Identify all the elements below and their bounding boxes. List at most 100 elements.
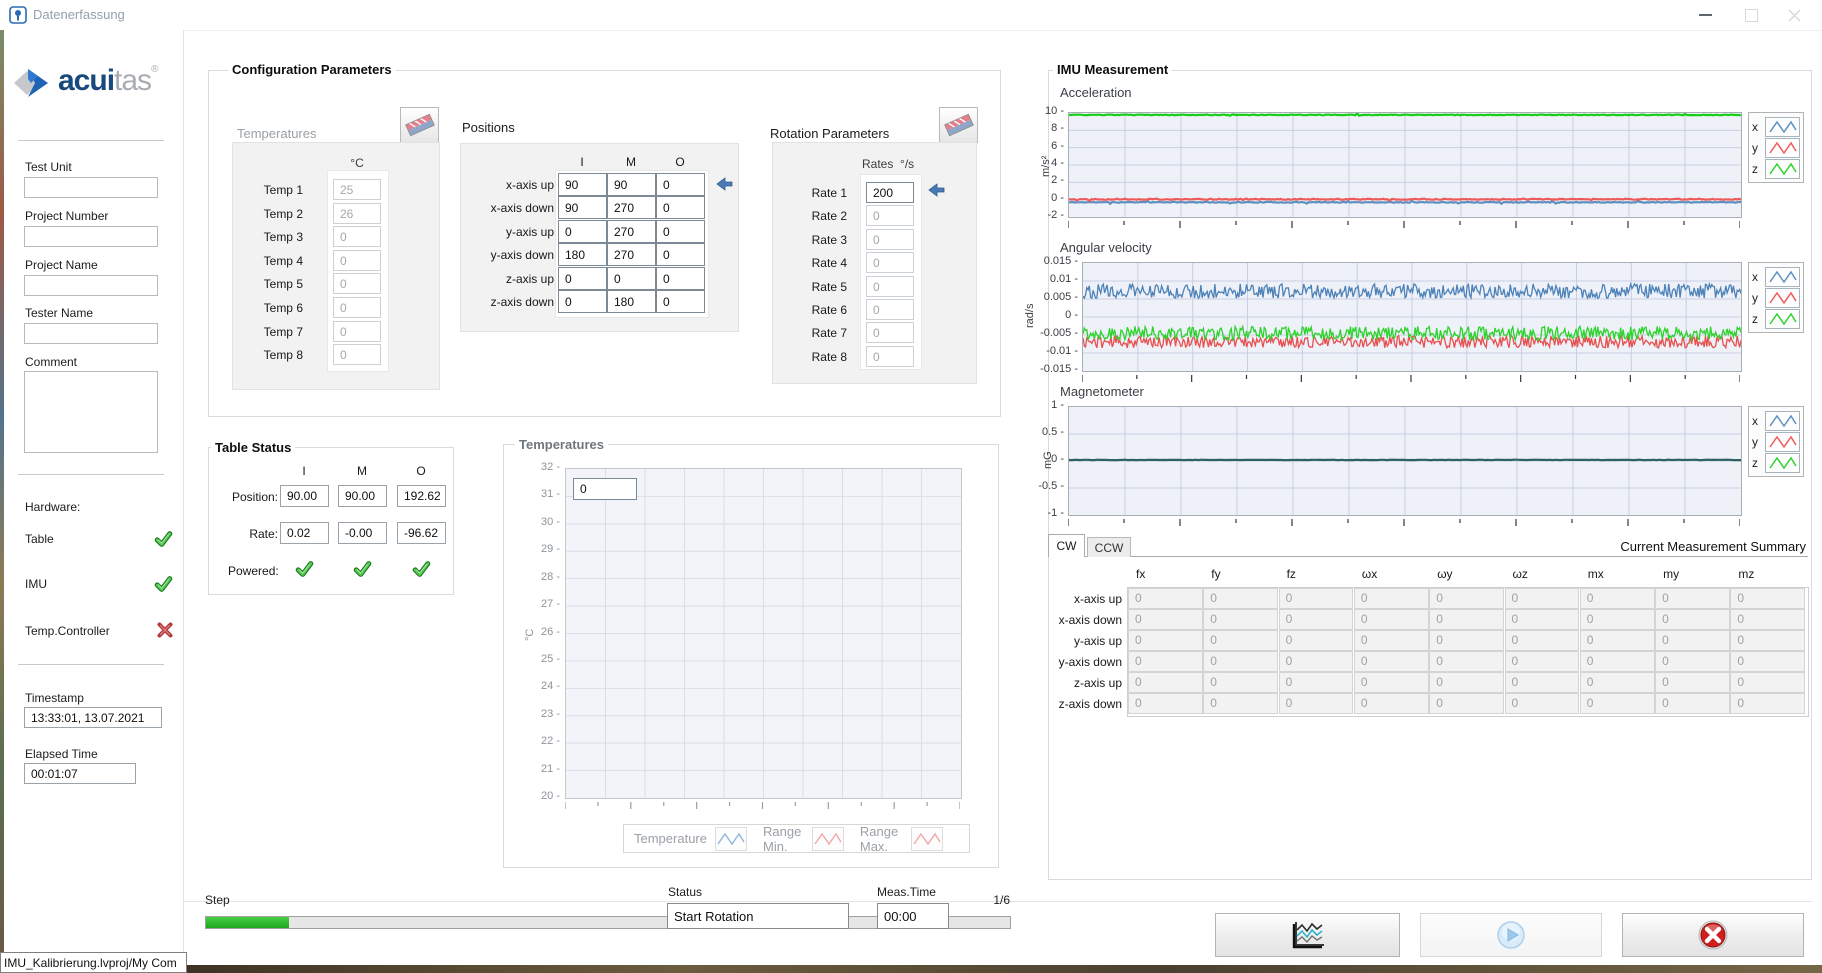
summary-cell-2-2: 0 (1279, 630, 1354, 651)
axis-letter: z (1752, 162, 1765, 176)
position-cell-4-1[interactable]: 0 (607, 267, 656, 290)
position-cell-2-1[interactable]: 270 (607, 220, 656, 243)
x-plot-legend-button[interactable] (1765, 411, 1800, 431)
z-plot-legend-button[interactable] (1765, 309, 1800, 329)
temp-legend-sample-button[interactable] (715, 827, 747, 851)
position-cell-5-1[interactable]: 180 (607, 290, 656, 313)
play-icon (1495, 919, 1527, 951)
y-tick-label: 22 - (541, 735, 560, 747)
test-unit-input[interactable] (24, 177, 158, 198)
rate-1-input[interactable]: 200 (866, 182, 914, 203)
table-status-col-header-i: I (280, 464, 328, 478)
position-cell-3-1[interactable]: 270 (607, 243, 656, 266)
x-plot-legend-button[interactable] (1765, 267, 1800, 287)
summary-cell-2-3: 0 (1354, 630, 1429, 651)
summary-col-header-4: ωy (1437, 567, 1452, 581)
positions-active-arrow-icon (716, 177, 734, 196)
rates-clear-button[interactable] (939, 107, 978, 143)
rate-8-input: 0 (866, 346, 914, 367)
y-plot-legend-button[interactable] (1765, 288, 1800, 308)
position-cell-1-1[interactable]: 270 (607, 196, 656, 219)
rate-4-input: 0 (866, 252, 914, 273)
summary-cell-3-1: 0 (1203, 651, 1278, 672)
z-plot-legend-button[interactable] (1765, 453, 1800, 473)
cross-fail-icon (157, 622, 173, 638)
maximize-button[interactable] (1729, 0, 1773, 30)
hardware-item-label: Temp.Controller (25, 624, 110, 638)
acuitas-logo-icon (12, 60, 56, 111)
tab-cw[interactable]: CW (1048, 534, 1085, 557)
x-plot-legend-button[interactable] (1765, 117, 1800, 137)
y-axis-legend-row: y (1752, 137, 1800, 158)
eraser-icon (405, 112, 435, 138)
position-cell-5-0[interactable]: 0 (558, 290, 607, 313)
y-tick-label: 32 - (541, 461, 560, 473)
position-cell-1-0[interactable]: 90 (558, 196, 607, 219)
table-status-rate-label: Rate: (214, 527, 278, 541)
temp-8-input: 0 (333, 344, 381, 365)
summary-cell-2-6: 0 (1580, 630, 1655, 651)
window-title: Datenerfassung (33, 7, 125, 22)
summary-cell-5-4: 0 (1429, 693, 1504, 714)
position-cell-1-2[interactable]: 0 (656, 196, 705, 219)
position-cell-0-2[interactable]: 0 (656, 173, 705, 196)
project-number-input[interactable] (24, 226, 158, 247)
temperatures-clear-button[interactable] (400, 107, 439, 143)
rate-readout-2: -96.62 (397, 522, 446, 544)
check-ok-icon (412, 560, 431, 578)
magnetometer-chart-title: Magnetometer (1060, 384, 1144, 399)
eraser-icon (944, 112, 974, 138)
position-cell-5-2[interactable]: 0 (656, 290, 705, 313)
check-ok-icon (154, 530, 173, 548)
position-cell-2-0[interactable]: 0 (558, 220, 607, 243)
rate-7-input: 0 (866, 322, 914, 343)
z-axis-legend-row: z (1752, 158, 1800, 179)
hardware-heading: Hardware: (25, 500, 80, 514)
project-name-input[interactable] (24, 275, 158, 296)
summary-cell-3-2: 0 (1279, 651, 1354, 672)
rate-row-label: Rate 8 (795, 350, 847, 364)
position-cell-0-1[interactable]: 90 (607, 173, 656, 196)
hardware-status-check-icon (154, 575, 173, 598)
temp-row-label: Temp 2 (235, 207, 303, 221)
tab-ccw[interactable]: CCW (1087, 537, 1131, 557)
comment-textarea[interactable] (24, 371, 158, 453)
summary-row-label: x-axis up (1020, 592, 1122, 606)
timestamp-field: 13:33:01, 13.07.2021 (24, 707, 162, 728)
close-button[interactable] (1772, 0, 1816, 30)
position-cell-4-0[interactable]: 0 (558, 267, 607, 290)
hardware-status-cross-icon (157, 622, 173, 643)
temp-3-input: 0 (333, 226, 381, 247)
tester-name-input[interactable] (24, 323, 158, 344)
y-plot-legend-button[interactable] (1765, 432, 1800, 452)
position-cell-3-2[interactable]: 0 (656, 243, 705, 266)
meas-time-label: Meas.Time (877, 885, 936, 899)
check-ok-icon (295, 560, 314, 578)
y-tick-label: -2 - (1048, 209, 1065, 221)
summary-cell-5-5: 0 (1505, 693, 1580, 714)
position-cell-0-0[interactable]: 90 (558, 173, 607, 196)
minimize-button[interactable] (1683, 0, 1727, 30)
temp-6-input: 0 (333, 297, 381, 318)
summary-cell-2-1: 0 (1203, 630, 1278, 651)
stop-button[interactable] (1622, 913, 1804, 957)
position-cell-4-2[interactable]: 0 (656, 267, 705, 290)
timestamp-label: Timestamp (25, 691, 84, 705)
y-plot-legend-button[interactable] (1765, 138, 1800, 158)
summary-cell-3-0: 0 (1128, 651, 1203, 672)
play-button[interactable] (1420, 913, 1602, 957)
position-cell-3-0[interactable]: 180 (558, 243, 607, 266)
temp-legend-sample-button[interactable] (812, 827, 844, 851)
y-tick-label: 4 - (1051, 157, 1064, 169)
rate-row-label: Rate 7 (795, 326, 847, 340)
temp-cursor-value[interactable]: 0 (573, 478, 637, 500)
app-icon (9, 6, 27, 29)
table-status-title: Table Status (211, 440, 295, 455)
summary-cell-2-5: 0 (1505, 630, 1580, 651)
table-status-powered-label: Powered: (228, 564, 292, 578)
temp-legend-sample-button[interactable] (911, 827, 943, 851)
summary-col-header-1: fy (1211, 567, 1220, 581)
position-cell-2-2[interactable]: 0 (656, 220, 705, 243)
z-plot-legend-button[interactable] (1765, 159, 1800, 179)
show-chart-button[interactable] (1215, 913, 1400, 957)
